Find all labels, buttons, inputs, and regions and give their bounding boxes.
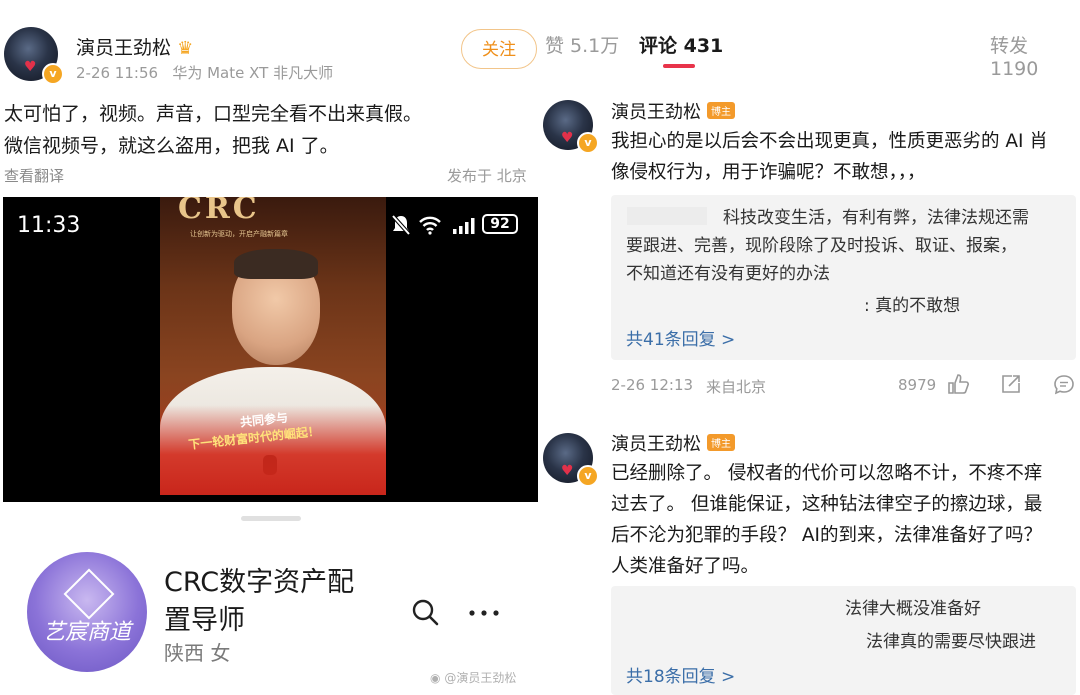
share-icon[interactable] [1000,373,1022,395]
tab-comments[interactable]: 评论 431 [639,31,723,58]
author-name[interactable]: 演员王劲松 ♛ [76,33,193,60]
published-location: 发布于 北京 [447,167,527,185]
verified-icon: v [577,132,599,154]
person-hair [234,249,318,279]
comment-time: 2-26 12:13 [611,376,694,394]
logo-text: 艺宸商道 [42,620,131,645]
author-badge: 博主 [707,434,735,451]
comment-author[interactable]: 演员王劲松 博主 [611,98,735,124]
weibo-icon: ◉ [430,671,441,685]
title-art: CRC [178,197,260,226]
reply-text: 要跟进、完善，现阶段除了及时投诉、取证、报案， [626,236,1017,256]
drag-handle[interactable] [241,516,301,521]
logo-diamond [63,568,115,620]
author-name-text[interactable]: 演员王劲松 [76,37,171,59]
post-text-line2: 微信视频号，就这么盗用，把我 AI 了。 [4,135,339,157]
redacted-username [627,207,707,225]
status-time: 11:33 [17,213,81,238]
battery-level: 92 [490,216,510,232]
more-replies-link[interactable]: 共18条回复 > [626,662,735,687]
comment-line: 过去了。 但谁能保证，这种钻法律空子的擦边球，最 [611,494,1043,515]
watermark: ◉ @演员王劲松 [430,669,516,686]
channel-logo[interactable]: 艺宸商道 [27,552,147,672]
verified-icon: v [42,63,64,85]
tab-underline [663,64,695,68]
comment-author-text[interactable]: 演员王劲松 [611,434,701,455]
comment-line: 后不沦为犯罪的手段？ AI的到来，法律准备好了吗？ [611,525,1042,546]
search-icon[interactable] [411,598,439,626]
signal-icon [452,217,476,235]
like-icon[interactable] [946,373,970,395]
comment-location: 来自北京 [706,378,767,396]
verified-icon: v [577,465,599,487]
translate-link[interactable]: 查看翻译 [4,165,64,186]
reply-text: 科技改变生活，有利有弊，法律法规还需 [723,208,1029,228]
author-badge: 博主 [707,102,735,119]
reply-text: 法律大概没准备好 [845,599,981,619]
comment-line: 人类准备好了吗。 [611,556,760,577]
channel-name-line1[interactable]: CRC数字资产配 [164,560,354,599]
reply-text: 法律真的需要尽快跟进 [866,632,1036,652]
reply-text: 不知道还有没有更好的办法 [626,264,830,284]
mute-icon [391,214,411,236]
comment-author[interactable]: 演员王劲松 博主 [611,430,735,456]
heart-icon: ♥ [24,59,37,75]
video-thumbnail[interactable]: CRC 让创新为驱动，开启产融新篇章 共同参与 下一轮财富时代的崛起！ [160,197,386,495]
profile-panel: 艺宸商道 CRC数字资产配 置导师 陕西 女 [3,502,538,695]
reply-box[interactable]: 科技改变生活，有利有弊，法律法规还需 要跟进、完善，现阶段除了及时投诉、取证、报… [611,195,1076,360]
subtitle-art: 让创新为驱动，开启产融新篇章 [190,230,288,238]
channel-sub: 陕西 女 [164,641,231,665]
tab-reposts[interactable]: 转发 1190 [990,31,1080,80]
like-count: 8979 [898,376,937,394]
comment-author-text[interactable]: 演员王劲松 [611,102,701,123]
comment-line: 已经删除了。 侵权者的代价可以忽略不计，不疼不痒 [611,463,1043,484]
battery-icon: 92 [482,214,518,234]
reply-text: : 真的不敢想 [864,296,961,316]
channel-name-line2[interactable]: 置导师 [164,598,245,637]
heart-icon: ♥ [561,463,574,479]
reply-box[interactable]: 法律大概没准备好 法律真的需要尽快跟进 共18条回复 > [611,586,1076,695]
post-text-line1: 太可怕了，视频。声音，口型完全看不出来真假。 [4,103,423,125]
more-icon[interactable] [469,610,499,616]
wifi-icon [418,215,442,235]
crown-icon: ♛ [177,38,194,59]
video-player[interactable]: 11:33 CRC 让创新为驱动，开启产融新篇章 共同参与 下一轮财富时代的崛起… [3,197,538,502]
comment-line: 像侵权行为，用于诈骗呢？不敢想，，， [611,162,926,183]
watermark-text: @演员王劲松 [444,671,517,685]
comment-icon[interactable] [1053,373,1075,395]
comment-avatar[interactable]: ♥ v [543,100,599,154]
post-meta: 2-26 11:56 华为 Mate XT 非凡大师 [76,64,334,82]
heart-icon: ♥ [561,130,574,146]
author-avatar[interactable]: ♥ v [4,27,64,85]
tab-likes[interactable]: 赞 5.1万 [545,31,619,58]
more-replies-link[interactable]: 共41条回复 > [626,325,735,350]
follow-button[interactable]: 关注 [461,29,537,69]
comment-avatar[interactable]: ♥ v [543,433,599,487]
comment-line: 我担心的是以后会不会出现更真，性质更恶劣的 AI 肖 [611,131,1048,152]
